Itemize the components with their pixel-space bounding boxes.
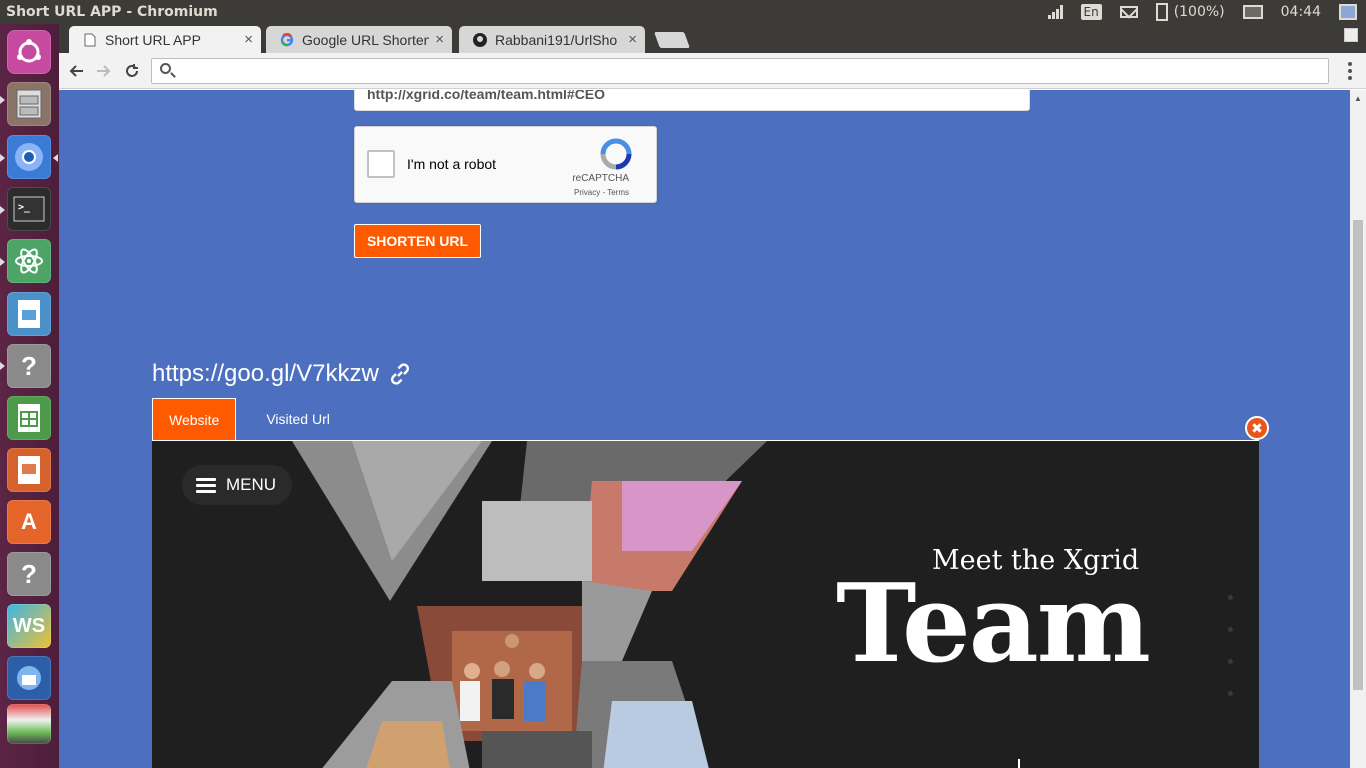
page-content: http://xgrid.co/team/team.html#CEO I'm n…	[59, 90, 1350, 768]
recaptcha-terms-link[interactable]: Privacy - Terms	[355, 188, 629, 197]
slide-dot[interactable]	[1228, 595, 1233, 600]
battery-percent: (100%)	[1173, 4, 1225, 20]
scrollbar-thumb[interactable]	[1353, 220, 1363, 690]
window-title: Short URL APP - Chromium	[6, 4, 218, 20]
atom-icon[interactable]	[7, 239, 51, 283]
recaptcha-brand: reCAPTCHA	[572, 173, 629, 184]
long-url-input[interactable]: http://xgrid.co/team/team.html#CEO	[354, 90, 1030, 111]
tab-close-icon[interactable]: ×	[628, 31, 637, 48]
svg-text:>_: >_	[18, 202, 31, 213]
result-tabs: Website Visited Url	[152, 398, 346, 440]
website-preview-frame: MENU Meet the Xgrid Team	[152, 440, 1259, 768]
hamburger-icon	[196, 477, 216, 493]
network-signal-icon[interactable]	[1047, 5, 1063, 19]
unknown-app-icon[interactable]: ?	[7, 344, 51, 388]
browser-toolbar	[59, 53, 1366, 89]
link-icon[interactable]	[387, 361, 413, 387]
short-url-text[interactable]: https://goo.gl/V7kkzw	[152, 360, 379, 388]
close-preview-icon[interactable]: ✖	[1245, 416, 1269, 440]
files-icon[interactable]	[7, 82, 51, 126]
reload-icon[interactable]	[121, 60, 143, 82]
browser-window: Short URL APP × Google URL Shorten × Rab…	[59, 24, 1366, 768]
calc-icon[interactable]	[7, 396, 51, 440]
slide-dot[interactable]	[1228, 627, 1233, 632]
slide-dots	[1228, 595, 1234, 705]
tab-close-icon[interactable]: ×	[435, 31, 444, 48]
battery-indicator[interactable]: (100%)	[1155, 3, 1225, 21]
tab-website[interactable]: Website	[152, 398, 237, 440]
page-icon	[83, 33, 97, 47]
shorten-url-button[interactable]: SHORTEN URL	[354, 224, 481, 258]
tab-visited-url[interactable]: Visited Url	[250, 398, 346, 440]
clock[interactable]: 04:44	[1281, 4, 1321, 20]
menu-label: MENU	[226, 475, 277, 494]
mail-icon[interactable]	[1119, 6, 1138, 18]
forward-arrow-icon[interactable]	[93, 60, 115, 82]
github-icon	[473, 32, 487, 47]
stack-icon[interactable]	[7, 704, 51, 744]
writer-icon[interactable]	[7, 292, 51, 336]
top-panel: Short URL APP - Chromium En (100%) 04:44	[0, 0, 1366, 24]
tab-strip: Short URL APP × Google URL Shorten × Rab…	[59, 24, 1366, 53]
terminal-icon[interactable]: >_	[7, 187, 51, 231]
ubuntu-dash-icon[interactable]	[7, 30, 51, 74]
search-icon	[160, 63, 171, 74]
preview-title: Team	[836, 561, 1151, 687]
browser-menu-icon[interactable]	[1348, 62, 1352, 80]
scroll-up-icon[interactable]: ▲	[1354, 94, 1362, 103]
chromium-icon[interactable]	[7, 135, 51, 179]
slide-dot[interactable]	[1228, 659, 1233, 664]
session-icon[interactable]	[1339, 4, 1357, 20]
impress-icon[interactable]	[7, 448, 51, 492]
battery-icon	[1155, 3, 1168, 21]
menu-button[interactable]: MENU	[182, 465, 292, 505]
short-url-result: https://goo.gl/V7kkzw	[152, 360, 413, 388]
tab-close-icon[interactable]: ×	[244, 31, 253, 48]
new-tab-button[interactable]	[654, 32, 690, 48]
tab-short-url-app[interactable]: Short URL APP ×	[69, 26, 261, 53]
thunderbird-icon[interactable]	[7, 656, 51, 700]
system-tray: En (100%) 04:44	[1039, 0, 1366, 24]
window-minimize-icon[interactable]	[1344, 28, 1358, 42]
recaptcha-label: I'm not a robot	[407, 156, 497, 172]
back-arrow-icon[interactable]	[65, 60, 87, 82]
scroll-indicator	[1018, 759, 1020, 768]
tab-google-url-shortener[interactable]: Google URL Shorten ×	[266, 26, 452, 53]
laptop-icon[interactable]	[1242, 5, 1263, 19]
keyboard-layout-indicator[interactable]: En	[1080, 4, 1102, 20]
tab-github-repo[interactable]: Rabbani191/UrlSho ×	[459, 26, 645, 53]
google-icon	[280, 32, 294, 47]
address-bar[interactable]	[151, 58, 1329, 84]
unknown-app-icon-2[interactable]: ?	[7, 552, 51, 596]
recaptcha-logo-icon	[600, 138, 632, 170]
webstorm-icon[interactable]: WS	[7, 604, 51, 648]
recaptcha-widget: I'm not a robot reCAPTCHA Privacy - Term…	[354, 126, 657, 203]
unity-launcher: >_ ? A ? WS	[0, 24, 59, 768]
software-center-icon[interactable]: A	[7, 500, 51, 544]
slide-dot[interactable]	[1228, 691, 1233, 696]
page-scrollbar[interactable]: ▲	[1350, 90, 1366, 768]
